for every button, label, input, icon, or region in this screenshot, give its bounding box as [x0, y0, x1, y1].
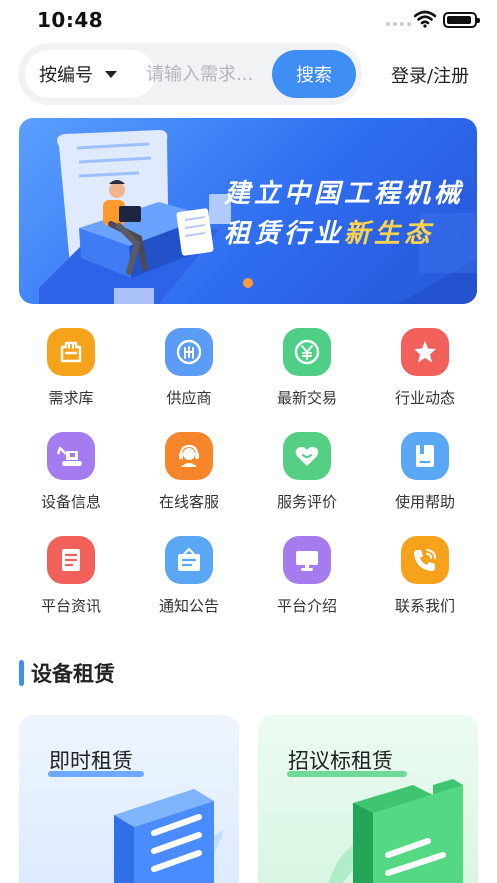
signal-icon — [386, 22, 411, 26]
grid-item-contact-us[interactable]: 联系我们 — [366, 536, 484, 626]
instant-rental-illustration — [114, 789, 224, 883]
grid-item-label: 平台资讯 — [40, 597, 101, 615]
search-input[interactable] — [146, 57, 264, 91]
grid-item-label: 行业动态 — [394, 389, 455, 407]
battery-icon — [443, 12, 480, 28]
grid-item-help[interactable]: 使用帮助 — [366, 432, 484, 522]
caret-down-icon — [105, 70, 117, 78]
grid-item-label: 服务评价 — [276, 493, 337, 511]
card-tender-rental[interactable]: 招议标租赁 — [258, 715, 478, 883]
news-icon — [47, 536, 95, 584]
grid-item-service-rating[interactable]: 服务评价 — [248, 432, 366, 522]
status-bar: 10:48 — [0, 0, 497, 40]
heart-icon — [283, 432, 331, 480]
grid-item-platform-intro[interactable]: 平台介绍 — [248, 536, 366, 626]
phone-icon — [401, 536, 449, 584]
search-type-label: 按编号 — [39, 65, 93, 86]
demand-library-icon — [47, 328, 95, 376]
banner-title-line2-prefix: 租赁行业 — [224, 219, 345, 249]
grid-item-label: 联系我们 — [394, 597, 455, 615]
banner-page-indicator[interactable] — [243, 278, 253, 288]
banner-title-line2: 租赁行业新生态 — [224, 213, 434, 250]
grid-item-label: 通知公告 — [158, 597, 219, 615]
banner-illustration — [39, 130, 477, 304]
excavator-icon — [47, 432, 95, 480]
login-register-link[interactable]: 登录/注册 — [391, 62, 469, 88]
yuan-icon — [283, 328, 331, 376]
tender-rental-illustration — [328, 779, 463, 883]
card-title: 招议标租赁 — [288, 749, 393, 773]
grid-item-label: 在线客服 — [158, 493, 219, 511]
wifi-icon — [414, 10, 436, 28]
card-instant-rental[interactable]: 即时租赁 — [19, 715, 239, 883]
monitor-icon — [283, 536, 331, 584]
grid-item-online-service[interactable]: 在线客服 — [130, 432, 248, 522]
banner-title-highlight: 新生态 — [344, 219, 435, 249]
grid-item-equipment-info[interactable]: 设备信息 — [12, 432, 130, 522]
search-type-select[interactable]: 按编号 — [25, 50, 155, 98]
grid-item-label: 平台介绍 — [276, 597, 337, 615]
section-accent-bar — [19, 660, 24, 686]
grid-item-label: 供应商 — [166, 389, 212, 407]
supplier-icon — [165, 328, 213, 376]
grid-item-industry-news[interactable]: 行业动态 — [366, 328, 484, 418]
grid-item-platform-news[interactable]: 平台资讯 — [12, 536, 130, 626]
status-time: 10:48 — [37, 8, 104, 32]
grid-item-label: 最新交易 — [276, 389, 337, 407]
grid-item-demand-library[interactable]: 需求库 — [12, 328, 130, 418]
banner-title-line1: 建立中国工程机械 — [224, 179, 465, 209]
promo-banner[interactable]: 建立中国工程机械 租赁行业新生态 — [19, 118, 477, 304]
search-bar: 按编号 搜索 — [18, 43, 362, 105]
grid-item-supplier[interactable]: 供应商 — [130, 328, 248, 418]
card-title: 即时租赁 — [49, 749, 133, 773]
section-title: 设备租赁 — [31, 662, 115, 686]
search-button[interactable]: 搜索 — [272, 50, 356, 98]
headset-icon — [165, 432, 213, 480]
grid-item-label: 需求库 — [48, 389, 94, 407]
grid-item-label: 设备信息 — [40, 493, 101, 511]
notice-board-icon — [165, 536, 213, 584]
grid-item-latest-deals[interactable]: 最新交易 — [248, 328, 366, 418]
star-icon — [401, 328, 449, 376]
book-icon — [401, 432, 449, 480]
grid-item-label: 使用帮助 — [394, 493, 455, 511]
grid-item-notices[interactable]: 通知公告 — [130, 536, 248, 626]
